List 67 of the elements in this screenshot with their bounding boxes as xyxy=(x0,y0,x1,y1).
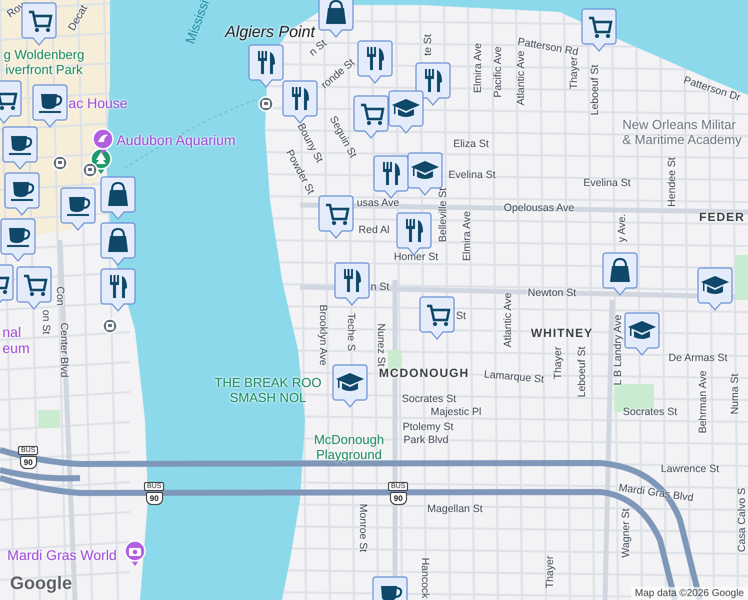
street-label: Nunez St xyxy=(374,323,388,367)
street-label: Brooklyn Ave xyxy=(316,304,330,366)
street-label: Majestic Pl xyxy=(430,406,482,418)
street-label: Thayer xyxy=(552,346,564,380)
street-label: y Ave. xyxy=(616,214,628,242)
map-attribution: Map data ©2026 Google xyxy=(630,587,748,600)
street-label: Thayer xyxy=(544,556,556,588)
street-label: Eliza St xyxy=(453,138,489,150)
street-label: Wagner St xyxy=(620,508,632,558)
route-shield: 90 xyxy=(146,492,163,505)
place-label: McDonough Playground xyxy=(314,433,384,463)
street-label: Hancock xyxy=(418,558,432,598)
street-label: Leboeuf St xyxy=(576,346,588,398)
street-label: Center Blvd xyxy=(58,322,70,378)
street-label: St xyxy=(456,310,466,322)
building-label: New Orleans Militar & Maritime Academy xyxy=(622,118,742,148)
street-label: on St xyxy=(40,310,52,334)
park-area xyxy=(388,350,402,370)
place-label: Mardi Gras World xyxy=(7,546,117,564)
street-label: Behrman Ave xyxy=(696,370,710,434)
park-area xyxy=(38,410,60,428)
street-label: Socrates St xyxy=(402,392,456,406)
street-label: usas Ave xyxy=(356,196,400,210)
street-label: Leboeuf St xyxy=(588,64,602,116)
district-label: WHITNEY xyxy=(530,327,594,341)
street-label: Homer St xyxy=(394,250,438,264)
street-label: Park Blvd xyxy=(404,434,448,446)
street-label: n St xyxy=(370,280,390,294)
route-shield: 90 xyxy=(390,492,407,505)
street-label: Con xyxy=(54,286,66,306)
street-label: Opelousas Ave xyxy=(504,202,574,214)
street-label: Lamarque St xyxy=(484,368,544,386)
dolphin-marker-icon[interactable] xyxy=(92,128,114,155)
district-label: FEDER xyxy=(699,211,745,225)
camera-marker-icon[interactable] xyxy=(124,540,146,567)
street-label: te St xyxy=(422,34,434,56)
street-label: De Armas St xyxy=(668,352,728,364)
street-label: Pacific Ave xyxy=(492,46,504,98)
street-label: Belleville St xyxy=(436,188,450,242)
street-label: Thayer xyxy=(568,56,580,90)
park-area xyxy=(735,255,748,300)
street-label: L B Landry Ave xyxy=(612,314,624,386)
street-label: Evelina St xyxy=(448,168,496,182)
street-label: Elmira Ave xyxy=(472,43,484,93)
street-label: Casa Calvo S xyxy=(736,488,748,552)
street-label: Evelina St xyxy=(583,176,631,190)
street-label: Monroe St xyxy=(356,504,370,552)
map-logo: Google xyxy=(10,573,72,594)
street-label: Teche S xyxy=(344,313,358,351)
street-label: Atlantic Ave xyxy=(502,292,514,348)
place-label: nal eum xyxy=(2,324,30,356)
street-label: Socrates St xyxy=(622,406,678,418)
street-label: Hendee St xyxy=(666,157,678,207)
place-label: Audubon Aquarium xyxy=(116,132,236,148)
street-label: Red Al xyxy=(358,224,390,236)
street-label: Mardi Gras Blvd xyxy=(618,482,694,504)
route-shield: 90 xyxy=(20,456,37,469)
street-label: Newton St xyxy=(528,286,576,300)
district-label: MCDONOUGH xyxy=(378,367,470,381)
street-label: Lawrence St xyxy=(660,462,720,476)
street-label: Atlantic Ave xyxy=(514,50,527,106)
street-label: Elmira Ave xyxy=(460,211,474,261)
place-label: g Woldenberg iverfront Park xyxy=(4,48,84,78)
street-label: Magellan St xyxy=(427,502,483,516)
street-label: Ptolemy St xyxy=(402,420,454,434)
place-label: ac House xyxy=(68,94,128,112)
street-label: Numa St xyxy=(728,374,742,414)
